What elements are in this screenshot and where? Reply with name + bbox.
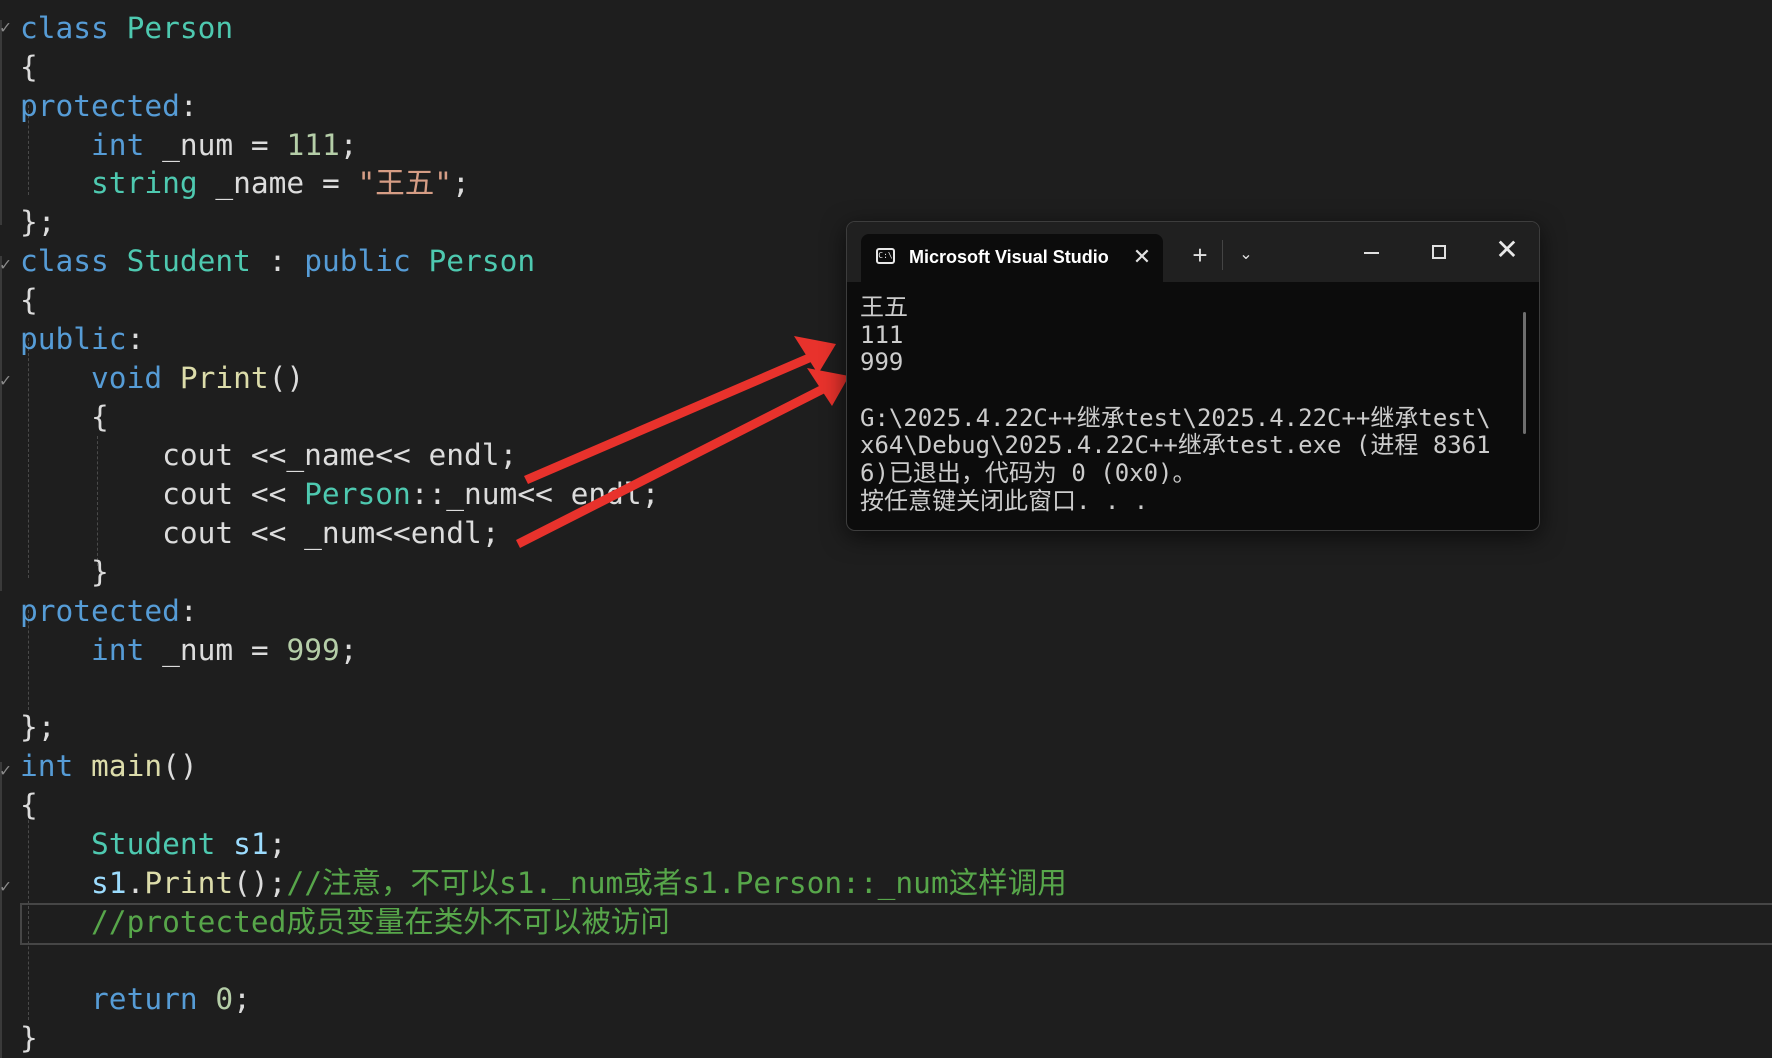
console-output: 王五 111 999 G:\2025.4.22C++继承test\2025.4.… [860, 294, 1500, 516]
output-line: G:\2025.4.22C++继承test\2025.4.22C++继承test… [860, 404, 1491, 432]
tab-microsoft-visual-studio[interactable]: C:\ Microsoft Visual Studio ✕ [861, 234, 1163, 282]
new-tab-button[interactable]: + [1185, 240, 1215, 270]
terminal-icon: C:\ [876, 248, 895, 264]
title-bar[interactable]: C:\ Microsoft Visual Studio ✕ + ⌄ ✕ [847, 222, 1539, 282]
output-line: 111 [860, 321, 904, 349]
console-window[interactable]: C:\ Microsoft Visual Studio ✕ + ⌄ ✕ 王五 1… [846, 221, 1540, 531]
output-line: x64\Debug\2025.4.22C++继承test.exe (进程 836… [860, 432, 1491, 460]
minimize-icon [1364, 252, 1379, 254]
close-tab-button[interactable]: ✕ [1129, 244, 1155, 270]
tab-title: Microsoft Visual Studio [909, 247, 1109, 267]
output-line: 按任意键关闭此窗口. . . [860, 487, 1149, 515]
red-arrow-head [794, 336, 836, 374]
scrollbar[interactable] [1523, 312, 1526, 434]
red-arrow-head [807, 368, 849, 406]
maximize-button[interactable] [1423, 236, 1455, 268]
output-line: 999 [860, 349, 904, 377]
chevron-down-icon[interactable]: ⌄ [1233, 242, 1259, 268]
output-line: 6)已退出，代码为 0 (0x0)。 [860, 460, 1197, 488]
maximize-icon [1432, 245, 1446, 259]
output-line: 王五 [860, 294, 908, 321]
close-window-button[interactable]: ✕ [1491, 234, 1523, 266]
minimize-button[interactable] [1355, 236, 1387, 268]
divider [1222, 240, 1223, 270]
